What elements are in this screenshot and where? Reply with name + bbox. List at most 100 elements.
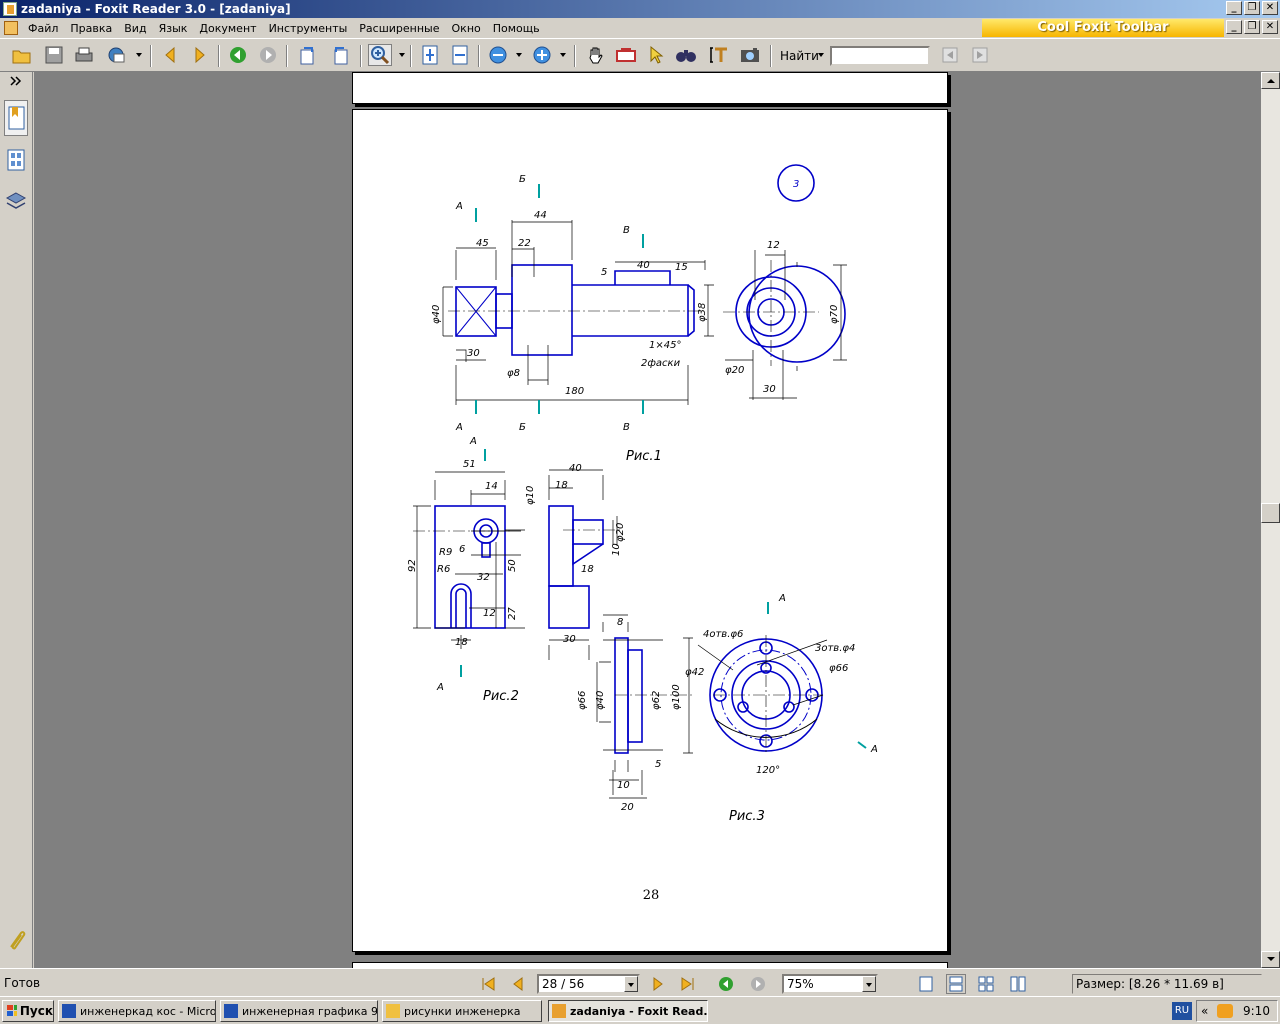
toolbar-separator (286, 45, 288, 67)
find-prev-icon[interactable] (938, 44, 962, 66)
tray-expand-icon[interactable]: « (1201, 1004, 1208, 1018)
rotate-right-icon[interactable] (328, 44, 352, 66)
menu-view[interactable]: Вид (118, 22, 152, 35)
clock[interactable]: 9:10 (1243, 1004, 1270, 1018)
snapshot-icon[interactable] (614, 44, 638, 66)
doc-minimize-button[interactable]: _ (1226, 20, 1242, 34)
open-icon[interactable] (10, 44, 34, 66)
continuous-facing-icon[interactable] (1008, 974, 1028, 994)
taskbar-item-word-1[interactable]: инженеркад кос - Micro... (58, 1000, 216, 1022)
dim-45: 45 (476, 238, 489, 249)
scroll-up-arrow-icon[interactable] (1261, 72, 1280, 89)
label-a-fig2-top: А (469, 436, 477, 447)
zoom-in-tool-icon[interactable] (368, 44, 392, 66)
label-section-v-bottom: В (623, 422, 630, 433)
holes-4-phi6: 4отв.φ6 (703, 629, 743, 640)
find-next-icon[interactable] (968, 44, 992, 66)
page-dropdown-icon[interactable] (624, 976, 638, 992)
thumbnails-tab-icon[interactable] (4, 148, 28, 172)
prev-page-icon[interactable] (158, 44, 182, 66)
print-icon[interactable] (72, 44, 96, 66)
menu-window[interactable]: Окно (446, 22, 487, 35)
close-button[interactable]: ✕ (1262, 1, 1278, 15)
technical-drawing: А Б В А Б В 3 44 45 22 40 15 5 12 30 180… (407, 164, 878, 824)
doc-close-button[interactable]: ✕ (1262, 20, 1278, 34)
collapse-pane-icon[interactable] (4, 74, 28, 88)
facing-pages-icon[interactable] (976, 974, 996, 994)
email-icon[interactable] (104, 44, 128, 66)
zoom-out-icon[interactable] (486, 44, 510, 66)
previous-page-icon[interactable] (508, 974, 528, 994)
document-view[interactable]: А Б В А Б В 3 44 45 22 40 15 5 12 30 180… (34, 72, 1261, 968)
foxit-icon (552, 1004, 566, 1018)
next-page-status-icon[interactable] (648, 974, 668, 994)
fit-width-icon[interactable] (448, 44, 472, 66)
attachments-tab-icon[interactable] (4, 928, 28, 952)
dim-phi66-front: φ66 (829, 663, 848, 674)
menu-file[interactable]: Файл (22, 22, 64, 35)
continuous-page-icon[interactable] (946, 974, 966, 994)
document-icon[interactable] (4, 21, 18, 35)
toolbar-separator (150, 45, 152, 67)
fit-page-icon[interactable] (418, 44, 442, 66)
image-select-icon[interactable] (738, 44, 762, 66)
windows-logo-icon (7, 1005, 17, 1016)
cool-foxit-toolbar-banner[interactable]: Cool Foxit Toolbar (982, 19, 1224, 37)
next-page-icon[interactable] (188, 44, 212, 66)
last-page-icon[interactable] (678, 974, 698, 994)
hand-icon[interactable] (584, 44, 608, 66)
text-select-icon[interactable] (706, 44, 730, 66)
language-indicator[interactable]: RU (1172, 1002, 1192, 1020)
dim-51: 51 (463, 459, 476, 470)
menu-help[interactable]: Помощь (487, 22, 546, 35)
find-icon[interactable] (674, 44, 698, 66)
rotate-left-icon[interactable] (296, 44, 320, 66)
select-icon[interactable] (644, 44, 668, 66)
page-number-input[interactable]: 28 / 56 (537, 974, 640, 994)
find-input[interactable] (830, 46, 930, 66)
back-icon[interactable] (226, 44, 250, 66)
label-a-fig3-right: А (870, 744, 878, 755)
dim-18-fig2-top: 18 (555, 480, 568, 491)
zoom-in-icon[interactable] (530, 44, 554, 66)
doc-restore-button[interactable]: ❐ (1244, 20, 1260, 34)
scroll-thumb[interactable] (1261, 503, 1280, 523)
menu-document[interactable]: Документ (193, 22, 262, 35)
save-icon[interactable] (42, 44, 66, 66)
toolbar-separator (218, 45, 220, 67)
forward-icon[interactable] (256, 44, 280, 66)
dim-92: 92 (407, 559, 418, 572)
minimize-button[interactable]: _ (1226, 1, 1242, 15)
start-button[interactable]: Пуск (2, 1000, 54, 1022)
taskbar-item-folder[interactable]: рисунки инженерка (382, 1000, 542, 1022)
taskbar-item-word-2[interactable]: инженерная графика 9... (220, 1000, 378, 1022)
find-options-dropdown-icon[interactable] (818, 53, 824, 57)
single-page-icon[interactable] (916, 974, 936, 994)
tray-app-icon[interactable] (1217, 1004, 1233, 1018)
maximize-button[interactable]: ❐ (1244, 1, 1260, 15)
radius-9: R9 (439, 547, 452, 558)
dim-15: 15 (675, 262, 688, 273)
layers-tab-icon[interactable] (4, 190, 28, 214)
zoom-dropdown-icon[interactable] (862, 976, 876, 992)
first-page-icon[interactable] (478, 974, 498, 994)
zoom-out-dropdown-icon[interactable] (516, 53, 522, 57)
status-forward-icon[interactable] (748, 974, 768, 994)
dim-40-fig2: 40 (569, 463, 582, 474)
zoom-tool-dropdown-icon[interactable] (399, 53, 405, 57)
menu-tools[interactable]: Инструменты (263, 22, 354, 35)
bookmarks-tab-icon[interactable] (4, 100, 28, 136)
start-label: Пуск (19, 1004, 53, 1018)
status-back-icon[interactable] (716, 974, 736, 994)
menu-advanced[interactable]: Расширенные (353, 22, 445, 35)
page-number-value: 28 / 56 (542, 977, 585, 991)
vertical-scrollbar[interactable] (1261, 72, 1280, 968)
taskbar-item-foxit[interactable]: zadaniya - Foxit Read... (548, 1000, 708, 1022)
email-dropdown-icon[interactable] (136, 53, 142, 57)
zoom-in-dropdown-icon[interactable] (560, 53, 566, 57)
page-number: 28 (642, 888, 660, 903)
menu-language[interactable]: Язык (153, 22, 194, 35)
menu-edit[interactable]: Правка (64, 22, 118, 35)
zoom-select[interactable]: 75% (782, 974, 878, 994)
scroll-down-arrow-icon[interactable] (1261, 951, 1280, 968)
